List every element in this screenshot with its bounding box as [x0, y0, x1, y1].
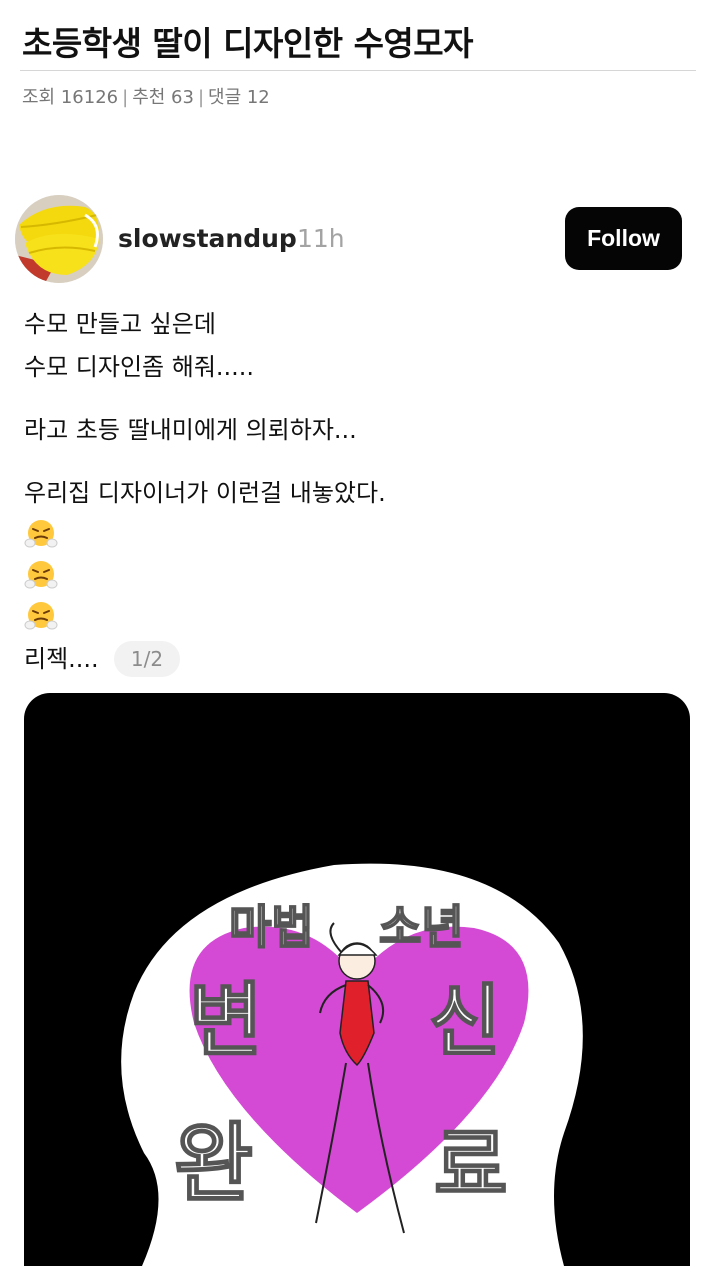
page-title: 초등학생 딸이 디자인한 수영모자 — [22, 24, 474, 63]
username[interactable]: slowstandup — [118, 222, 297, 256]
follow-button[interactable]: Follow — [565, 207, 682, 270]
swim-cap-drawing: 마법 소년 변 신 완 료 — [121, 863, 583, 1266]
recommend-count: 추천 63 — [132, 87, 194, 108]
cap-text-wan: 완 — [174, 1114, 253, 1214]
post-text-line: 수모 만들고 싶은데 — [24, 310, 216, 338]
face-with-steam-icon — [24, 561, 58, 589]
view-count: 조회 16126 — [22, 87, 119, 108]
cap-text-sin: 신 — [429, 977, 501, 1067]
cap-text-byeon: 변 — [189, 974, 263, 1067]
avatar[interactable] — [15, 195, 103, 283]
post-text-line: 라고 초등 딸내미에게 의뢰하자... — [24, 416, 357, 444]
cap-text-boy: 소년 — [379, 900, 464, 954]
comment-count: 댓글 12 — [208, 87, 270, 108]
carousel-page-indicator: 1/2 — [114, 641, 180, 677]
cap-text-ryo: 료 — [434, 1119, 508, 1212]
title-divider — [20, 70, 696, 71]
meta-separator: | — [122, 87, 129, 108]
face-with-steam-icon — [24, 520, 58, 548]
face-with-steam-icon — [24, 602, 58, 630]
post-time: 11h — [297, 224, 345, 253]
post-text-line: 우리집 디자이너가 이런걸 내놓았다. — [24, 479, 386, 507]
post-text-line: 수모 디자인좀 해줘..... — [24, 353, 255, 381]
post-image[interactable]: 마법 소년 변 신 완 료 — [24, 693, 690, 1266]
cap-text-magic: 마법 — [229, 900, 314, 954]
article-meta: 조회 16126 | 추천 63 | 댓글 12 — [22, 86, 270, 110]
meta-separator: | — [197, 87, 205, 108]
post-text-line: 리젝.... — [24, 645, 99, 673]
yellow-mask-avatar-image — [15, 195, 103, 283]
